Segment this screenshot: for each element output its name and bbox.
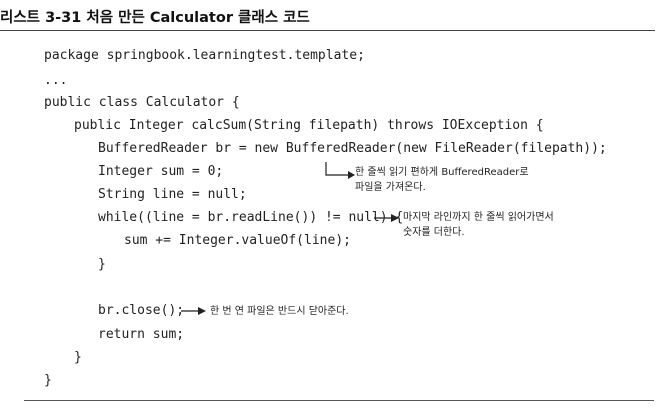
listing-title: 리스트 3-31 처음 만든 Calculator 클래스 코드	[0, 10, 310, 26]
top-rule	[0, 30, 655, 31]
loop-callout-line2: 숫자를 더한다.	[403, 227, 465, 238]
code-line-while-close: }	[98, 257, 106, 272]
code-line-package: package springbook.learningtest.template…	[44, 48, 365, 63]
reader-callout-line1: 한 줄씩 읽기 편하게 BufferedReader로	[355, 167, 529, 178]
loop-callout-line1: 마지막 라인까지 한 줄씩 읽어가면서	[403, 212, 554, 223]
loop-callout-arrow-icon	[374, 214, 399, 222]
code-line-class-decl: public class Calculator {	[44, 95, 240, 110]
code-line-sum-add: sum += Integer.valueOf(line);	[124, 233, 351, 248]
bottom-rule	[24, 400, 654, 401]
code-line-line-init: String line = null;	[98, 187, 247, 202]
close-callout-line1: 한 번 연 파일은 반드시 닫아준다.	[210, 306, 349, 317]
code-line-method-decl: public Integer calcSum(String filepath) …	[74, 118, 544, 133]
code-line-class-close: }	[44, 373, 52, 388]
code-line-return: return sum;	[98, 327, 185, 342]
code-line-method-close: }	[74, 350, 82, 365]
code-line-reader: BufferedReader br = new BufferedReader(n…	[98, 141, 607, 156]
code-line-ellipsis: ...	[44, 73, 68, 88]
code-line-while: while((line = br.readLine()) != null) {	[98, 210, 404, 225]
code-line-br-close: br.close();	[98, 303, 185, 318]
code-line-sum-init: Integer sum = 0;	[98, 164, 224, 179]
reader-callout-line2: 파일을 가져온다.	[355, 182, 426, 193]
close-callout-arrow-icon	[181, 307, 206, 315]
